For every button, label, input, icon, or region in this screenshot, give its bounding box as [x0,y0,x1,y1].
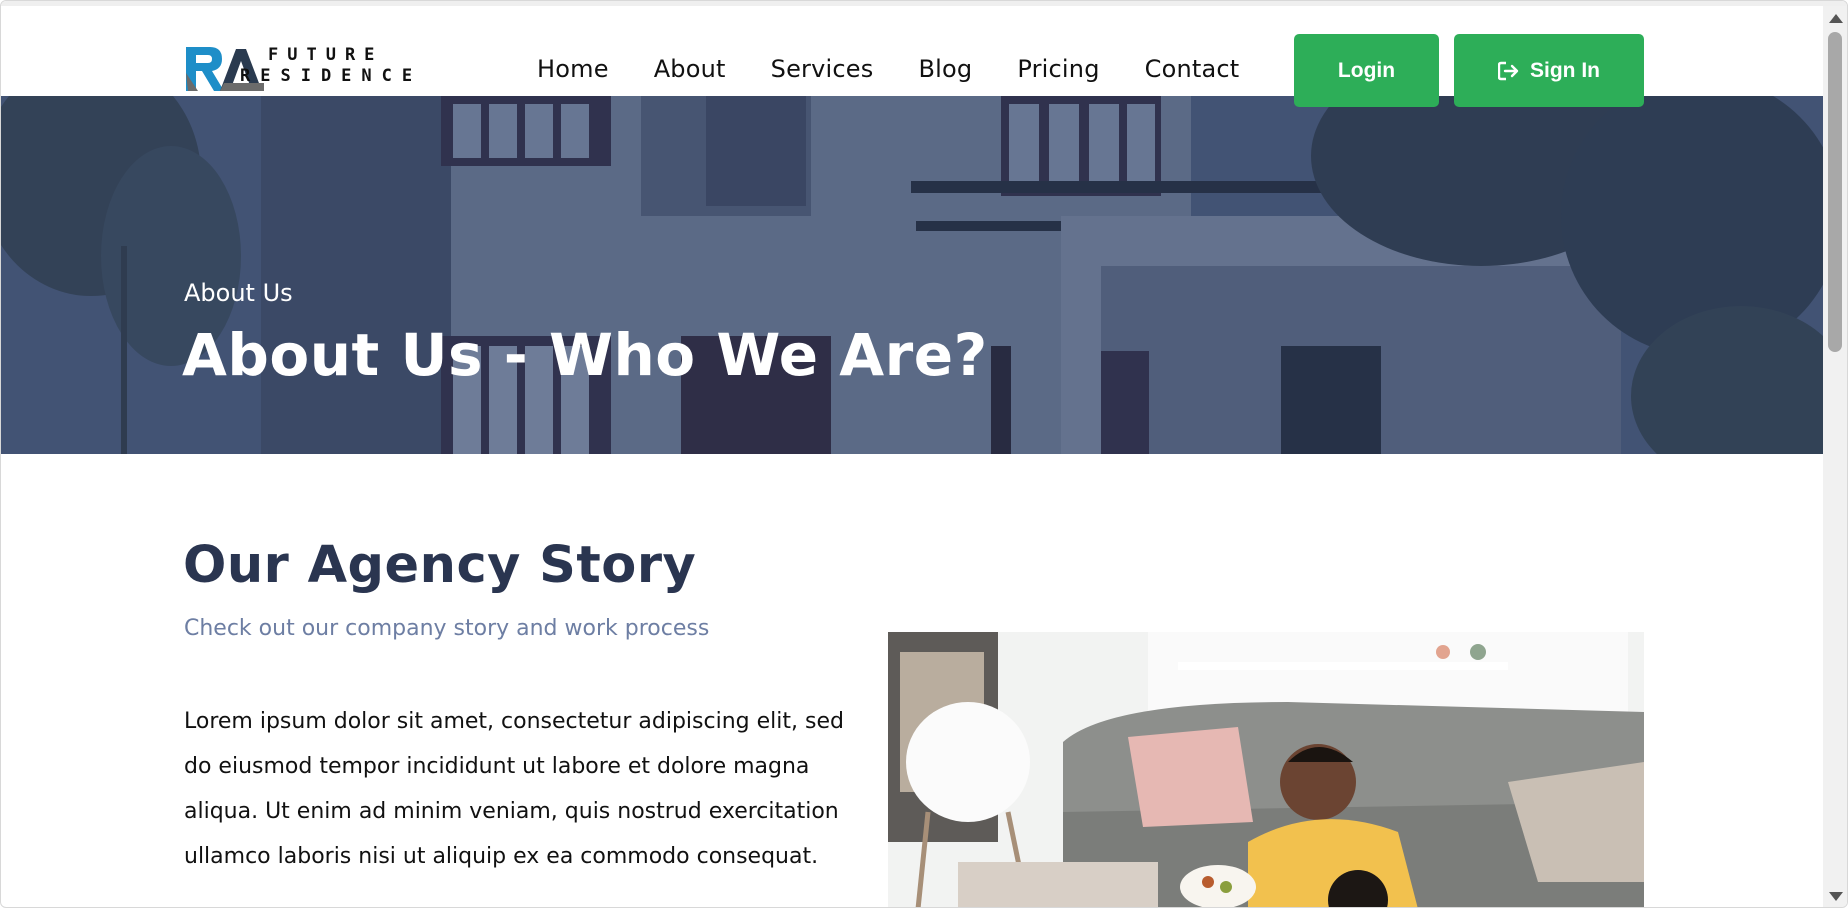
nav-item-services[interactable]: Services [771,55,874,83]
hero-overlay [1,96,1825,454]
scroll-down-arrow-icon[interactable] [1829,892,1843,901]
story-title: Our Agency Story [183,536,697,595]
browser-viewport: FUTURE RESIDENCE Home About Services Blo… [0,0,1848,908]
scroll-up-arrow-icon[interactable] [1829,14,1843,23]
sign-in-icon [1498,61,1519,80]
story-photo [888,632,1644,907]
site-header: FUTURE RESIDENCE Home About Services Blo… [1,6,1825,107]
hero-banner: About Us About Us - Who We Are? [1,96,1825,454]
main-nav: Home About Services Blog Pricing Contact [537,55,1284,83]
story-body: Lorem ipsum dolor sit amet, consectetur … [184,709,844,869]
hero-kicker: About Us [184,279,293,307]
story-subtitle: Check out our company story and work pro… [184,616,710,641]
login-button-label: Login [1337,58,1396,82]
hero-title: About Us - Who We Are? [182,321,988,389]
sign-in-button[interactable]: Sign In [1454,34,1644,107]
login-button[interactable]: Login [1294,34,1439,107]
sign-in-button-label: Sign In [1530,58,1600,82]
nav-item-about[interactable]: About [654,55,726,83]
nav-item-pricing[interactable]: Pricing [1017,55,1099,83]
nav-item-contact[interactable]: Contact [1145,55,1240,83]
brand-line-1: FUTURE [268,45,384,65]
vertical-scrollbar[interactable] [1823,6,1847,907]
living-room-image [888,632,1644,907]
brand-logo[interactable]: FUTURE RESIDENCE [184,43,444,95]
brand-line-2: RESIDENCE [240,66,423,86]
nav-item-blog[interactable]: Blog [918,55,972,83]
scroll-thumb[interactable] [1828,32,1842,352]
nav-item-home[interactable]: Home [537,55,609,83]
